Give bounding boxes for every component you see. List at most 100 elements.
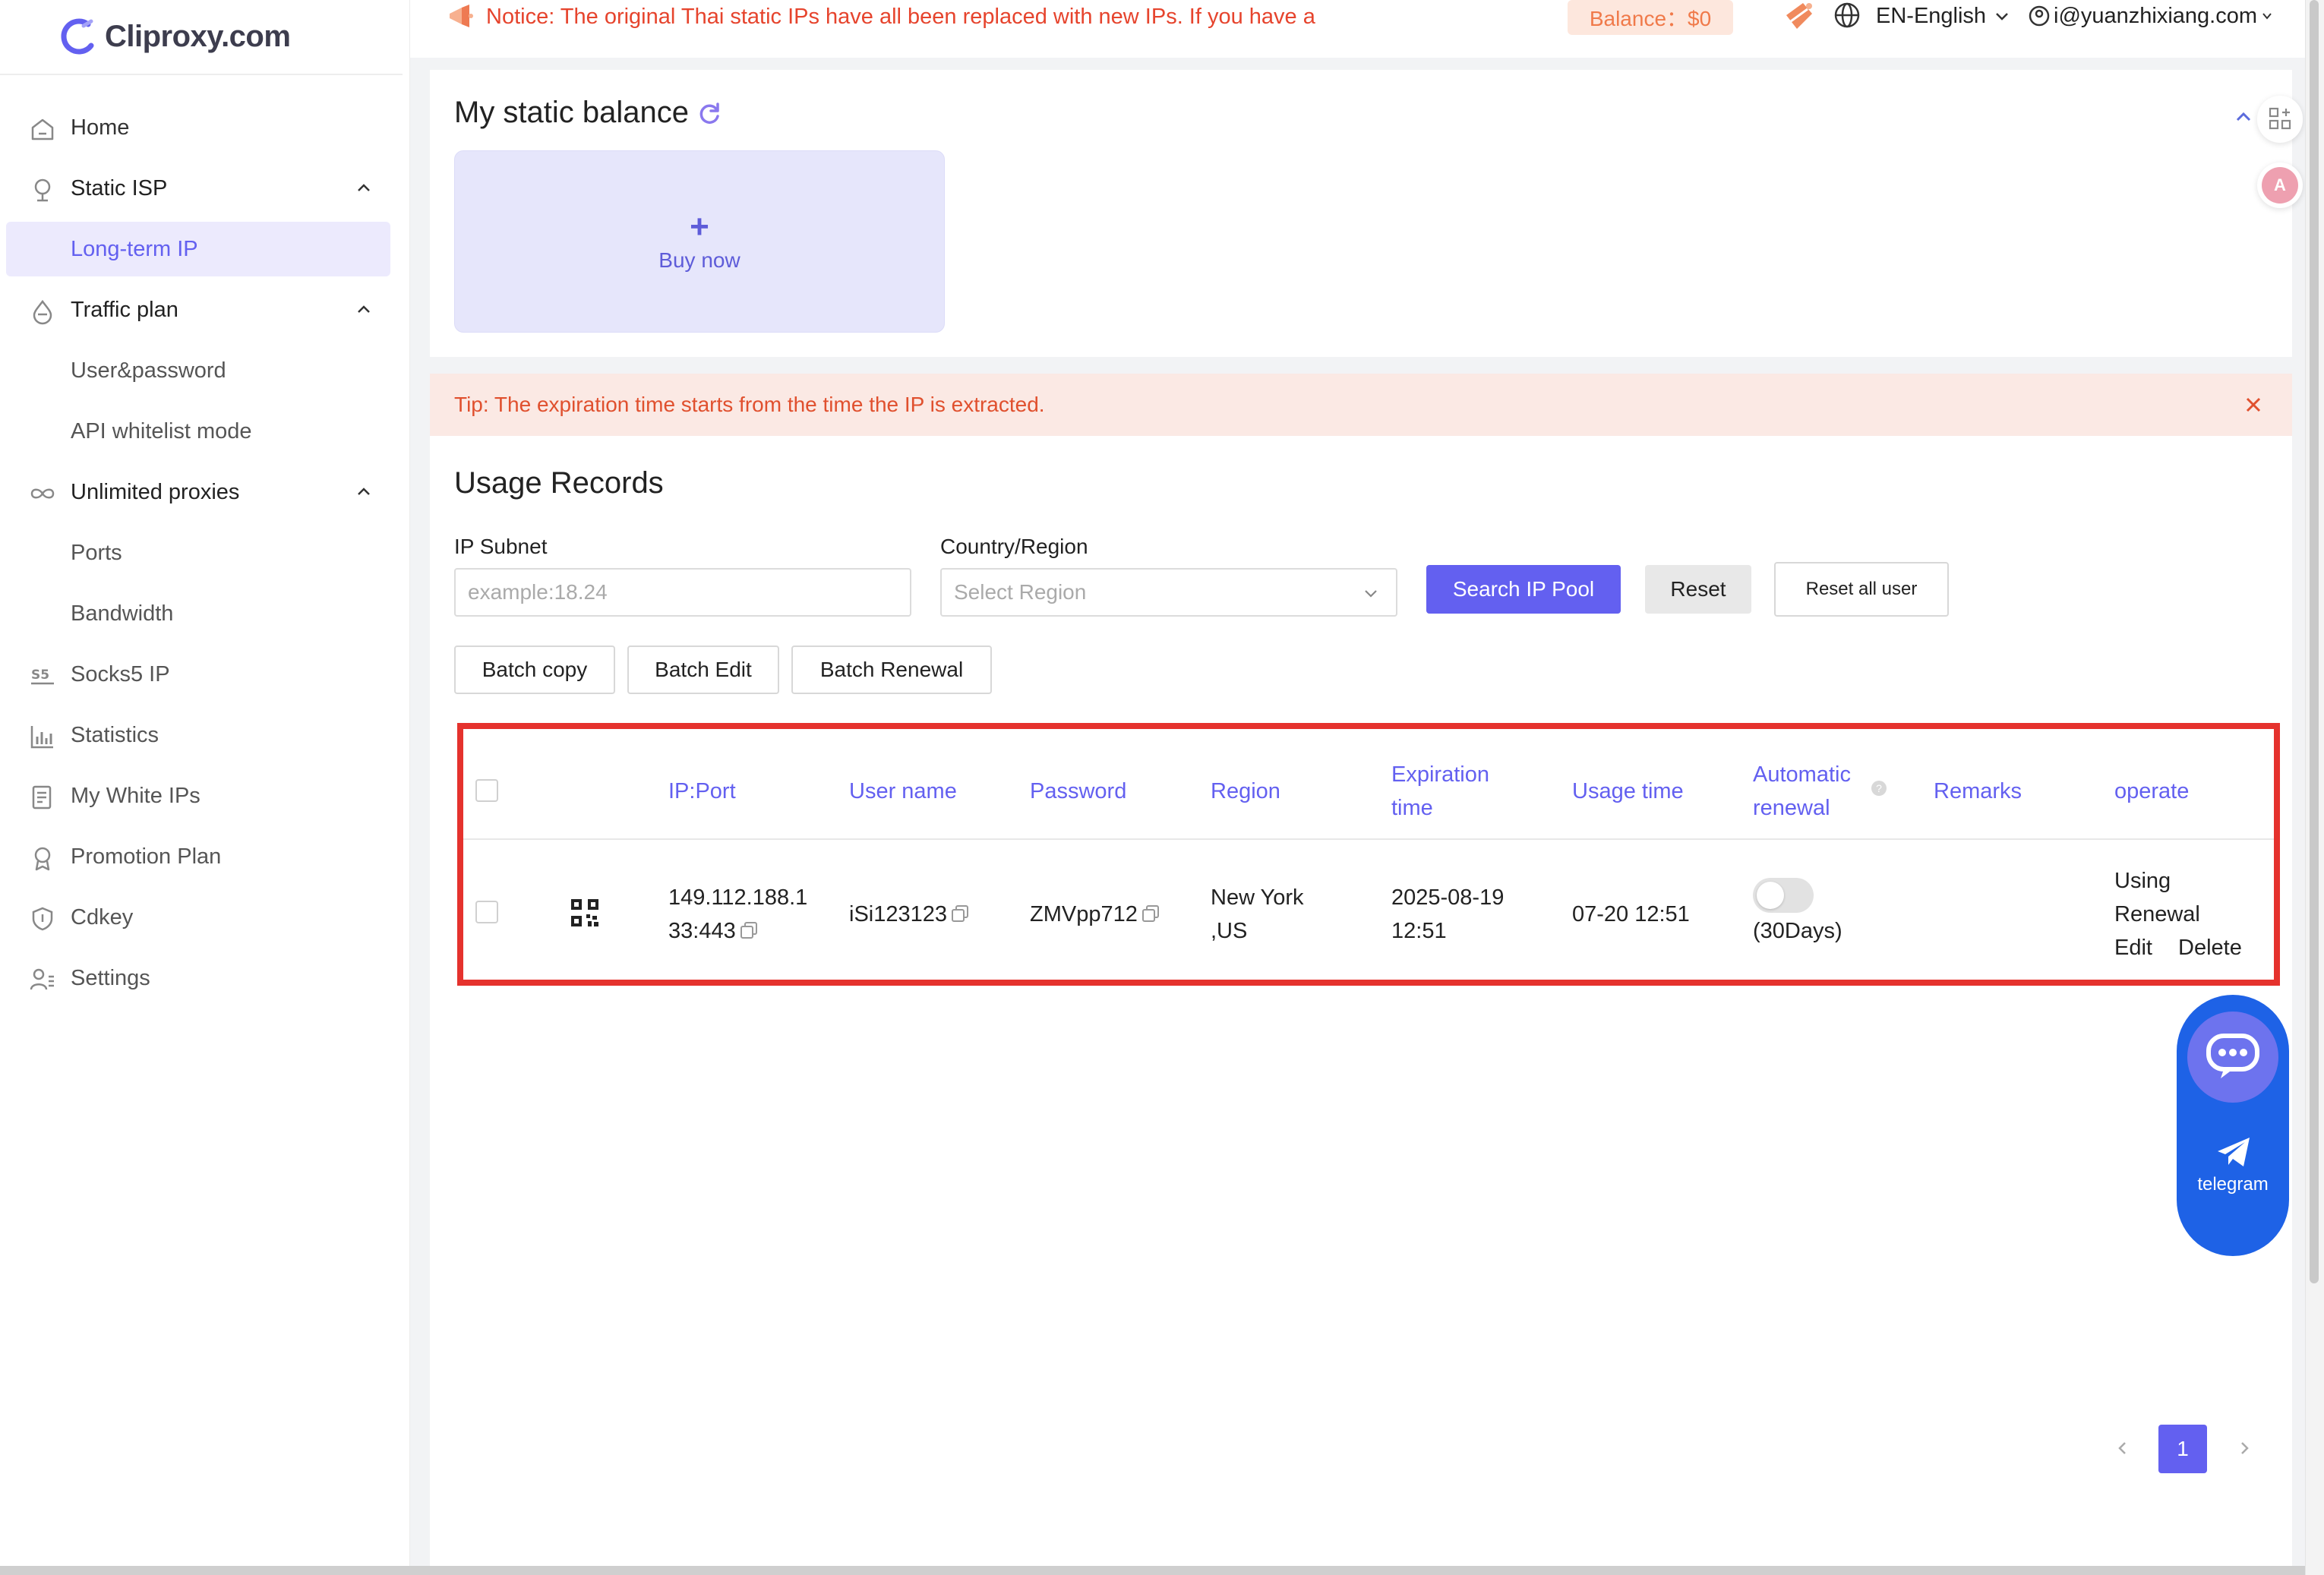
- sidebar-item-cdkey[interactable]: Cdkey: [0, 890, 403, 945]
- megaphone-icon: [450, 5, 473, 27]
- document-icon: [32, 785, 52, 810]
- sidebar-item-ports[interactable]: Ports: [0, 526, 403, 580]
- sidebar-item-my-white-ips[interactable]: My White IPs: [0, 769, 403, 823]
- balance-badge[interactable]: Balance：$0: [1568, 0, 1733, 35]
- sidebar-item-label: Socks5 IP: [71, 661, 170, 686]
- renewal-link[interactable]: Renewal: [2114, 898, 2200, 931]
- s5-icon: S5: [31, 668, 54, 685]
- qr-code-icon[interactable]: [570, 898, 600, 928]
- col-ip-port[interactable]: IP:Port: [668, 775, 736, 808]
- static-balance-card: My static balance + Buy now: [430, 70, 2292, 357]
- page-number-current[interactable]: 1: [2158, 1425, 2207, 1473]
- sidebar-group-static-isp[interactable]: Static ISP: [0, 161, 403, 216]
- sidebar-item-label: Cdkey: [71, 904, 134, 930]
- translate-icon: A: [2262, 167, 2298, 204]
- col-user-name[interactable]: User name: [849, 775, 957, 808]
- region-line2: ,US: [1211, 919, 1248, 943]
- location-pin-icon: [34, 178, 51, 202]
- copy-icon[interactable]: [950, 904, 970, 923]
- info-icon[interactable]: ?: [1871, 781, 1887, 796]
- support-float: telegram: [2177, 995, 2289, 1256]
- region-select[interactable]: Select Region: [940, 568, 1397, 617]
- sidebar-item-promotion-plan[interactable]: Promotion Plan: [0, 829, 403, 884]
- prev-page-icon[interactable]: [2113, 1438, 2133, 1458]
- cell-usage-time: 07-20 12:51: [1572, 902, 1690, 926]
- notice-banner[interactable]: Notice: The original Thai static IPs hav…: [445, 0, 1326, 33]
- chevron-up-icon[interactable]: [2233, 106, 2254, 128]
- sidebar-item-label: Traffic plan: [71, 297, 178, 322]
- sidebar-item-settings[interactable]: Settings: [0, 951, 403, 1005]
- user-name-text: iSi123123: [849, 902, 947, 926]
- language-label: EN-English: [1876, 3, 1987, 28]
- sidebar-group-unlimited-proxies[interactable]: Unlimited proxies: [0, 465, 403, 519]
- sidebar-item-label: Settings: [71, 965, 150, 990]
- buy-now-tile[interactable]: + Buy now: [454, 150, 945, 333]
- reset-button[interactable]: Reset: [1645, 565, 1751, 614]
- next-page-icon[interactable]: [2234, 1438, 2254, 1458]
- select-all-checkbox[interactable]: [475, 779, 498, 802]
- sidebar-item-user-password[interactable]: User&password: [0, 343, 403, 398]
- copy-icon[interactable]: [739, 920, 759, 940]
- expiration-line2: 12:51: [1391, 919, 1447, 943]
- batch-edit-button[interactable]: Batch Edit: [627, 645, 779, 694]
- search-ip-pool-button[interactable]: Search IP Pool: [1426, 565, 1621, 614]
- auto-renewal-toggle[interactable]: [1753, 878, 1814, 913]
- language-selector[interactable]: EN-English: [1876, 0, 2010, 32]
- tip-text: Tip: The expiration time starts from the…: [454, 393, 1045, 416]
- chevron-down-icon: [2262, 13, 2272, 20]
- ip-line2: 33:443: [668, 914, 807, 948]
- sidebar-item-home[interactable]: Home: [0, 100, 403, 155]
- sidebar-item-api-whitelist[interactable]: API whitelist mode: [0, 404, 403, 459]
- chevron-down-icon: [1996, 13, 2008, 21]
- telegram-icon[interactable]: [2216, 1136, 2251, 1168]
- auto-renewal-days: (30Days): [1753, 919, 1842, 943]
- col-expiration-line1: Expiration: [1391, 762, 1489, 787]
- cell-user-name: iSi123123: [849, 898, 970, 931]
- user-menu[interactable]: i@yuanzhixiang.com: [2028, 0, 2274, 32]
- sidebar-item-bandwidth[interactable]: Bandwidth: [0, 586, 403, 641]
- sidebar-group-traffic-plan[interactable]: Traffic plan: [0, 282, 403, 337]
- close-icon[interactable]: [2242, 393, 2265, 416]
- sidebar-item-long-term-ip[interactable]: Long-term IP: [6, 222, 390, 276]
- col-remarks[interactable]: Remarks: [1934, 775, 2022, 808]
- brand-logo[interactable]: Cliproxy.com: [58, 11, 291, 62]
- award-icon: [34, 847, 51, 871]
- sidebar-item-label: Ports: [71, 540, 122, 565]
- cell-ip-port: 149.112.188.1 33:443: [668, 881, 807, 948]
- sidebar-item-label: Long-term IP: [71, 236, 198, 261]
- sidebar-item-socks5-ip[interactable]: S5 Socks5 IP: [0, 647, 403, 702]
- gift-icon[interactable]: [1780, 0, 1818, 35]
- sidebar-item-statistics[interactable]: Statistics: [0, 708, 403, 762]
- ip-line1: 149.112.188.1: [668, 885, 808, 910]
- sidebar-item-label: Bandwidth: [71, 601, 174, 626]
- edit-link[interactable]: Edit: [2114, 931, 2152, 964]
- chat-bubble-icon: [2206, 1034, 2259, 1078]
- home-icon: [31, 118, 54, 140]
- chat-button[interactable]: [2187, 1012, 2278, 1103]
- chevron-up-icon: [358, 184, 370, 191]
- scrollbar-thumb[interactable]: [2310, 0, 2319, 1283]
- reset-all-user-button[interactable]: Reset all user: [1774, 562, 1949, 617]
- col-automatic-renewal[interactable]: Automatic renewal: [1753, 758, 1851, 825]
- user-icon: [2029, 5, 2050, 27]
- notice-text: Notice: The original Thai static IPs hav…: [486, 4, 1315, 29]
- apps-grid-icon: [2269, 107, 2291, 130]
- col-expiration-time[interactable]: Expiration time: [1391, 758, 1489, 825]
- refresh-icon[interactable]: [696, 100, 722, 126]
- copy-icon[interactable]: [1141, 904, 1160, 923]
- telegram-label[interactable]: telegram: [2177, 1174, 2289, 1195]
- col-region[interactable]: Region: [1211, 775, 1280, 808]
- col-usage-time[interactable]: Usage time: [1572, 775, 1684, 808]
- row-checkbox[interactable]: [475, 901, 498, 923]
- apps-float-button[interactable]: [2257, 96, 2303, 143]
- sidebar-item-label: Unlimited proxies: [71, 479, 240, 504]
- ip-subnet-input[interactable]: example:18.24: [454, 568, 911, 617]
- delete-link[interactable]: Delete: [2178, 931, 2242, 964]
- col-password[interactable]: Password: [1030, 775, 1126, 808]
- col-auto-line2: renewal: [1753, 796, 1830, 820]
- translate-float-button[interactable]: A: [2257, 163, 2303, 208]
- batch-copy-button[interactable]: Batch copy: [454, 645, 615, 694]
- batch-renewal-button[interactable]: Batch Renewal: [791, 645, 992, 694]
- sidebar-item-label: Promotion Plan: [71, 844, 222, 869]
- buy-now-label: Buy now: [658, 248, 740, 272]
